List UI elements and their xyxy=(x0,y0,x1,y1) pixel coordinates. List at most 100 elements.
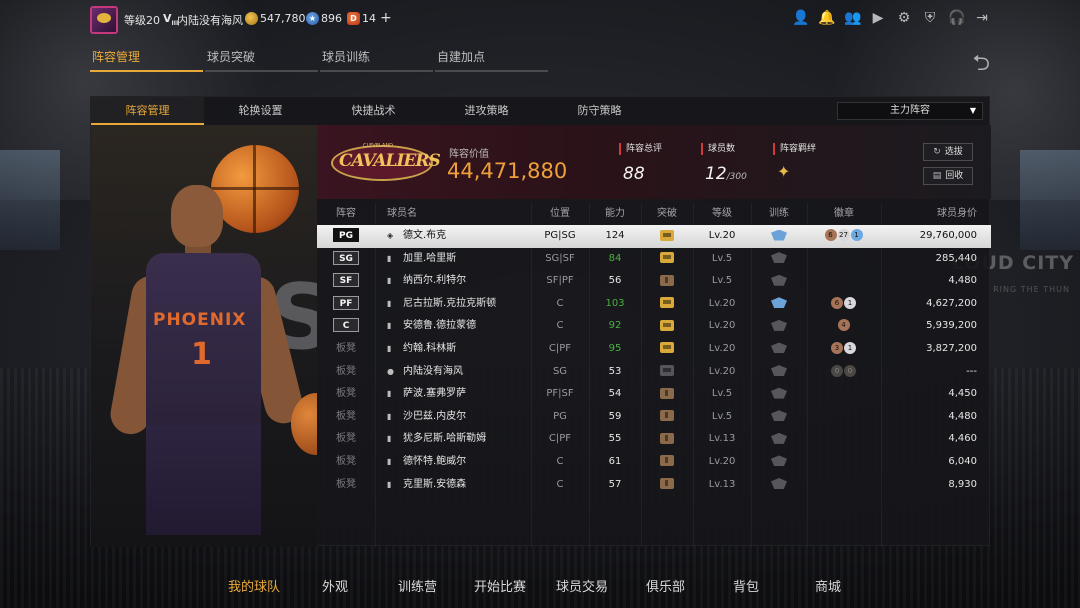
star-points-icon: ★ xyxy=(306,12,319,25)
add-currency-button[interactable]: + xyxy=(380,10,392,26)
sub-tab-4[interactable]: 防守策略 xyxy=(543,97,656,125)
player-level: Lv.20 xyxy=(708,342,736,354)
lineup-panel: 阵容管理 轮换设置 快捷战术 进攻策略 防守策略 主力阵容 ▼ S PHOENIX 1 … xyxy=(90,96,991,547)
table-row[interactable]: SF ▮ 纳西尔.利特尔 SF|PF 56 Lv.5 4,480 xyxy=(317,270,991,293)
headset-icon[interactable]: 🎧 xyxy=(948,10,965,26)
slot-cell: PG xyxy=(317,225,375,248)
badge-icon: 27 xyxy=(837,229,850,241)
player-position: C xyxy=(556,297,564,309)
bottom-nav-item[interactable]: 商城 xyxy=(815,576,841,595)
friends-icon[interactable]: 👥 xyxy=(844,10,861,26)
position-badge: SG xyxy=(333,250,359,265)
table-row[interactable]: 板凳 ● 内陆没有海风 SG 53 Lv.20 0 0 --- xyxy=(317,361,991,384)
table-row[interactable]: PG ◈ 德文.布克 PG|SG 124 Lv.20 6 27 1 29,760,000 xyxy=(317,225,991,248)
points-amount: 896 xyxy=(321,12,342,25)
player-name: 尼古拉斯.克拉克斯顿 xyxy=(403,297,497,309)
rating-stat: 阵容总评 88 xyxy=(619,143,662,184)
player-value: 8,930 xyxy=(948,478,977,490)
avatar[interactable] xyxy=(90,6,118,34)
signal-bars-icon: ▮ xyxy=(387,456,392,466)
bottom-nav-item[interactable]: 外观 xyxy=(322,576,348,595)
user-level: 等级20 xyxy=(124,14,160,27)
main-tab-2[interactable]: 球员训练 xyxy=(320,48,433,72)
crown-icon xyxy=(660,319,674,331)
table-row[interactable]: 板凳 ▮ 克里斯.安德森 C 57 Lv.13 8,930 xyxy=(317,474,991,497)
exit-icon[interactable]: ⇥ xyxy=(974,10,990,26)
player-name-cell: ▮ 犹多尼斯.哈斯勒姆 xyxy=(375,428,531,451)
player-position: C|PF xyxy=(548,342,572,354)
person-icon[interactable]: 👤 xyxy=(792,10,809,26)
main-tab-0[interactable]: 阵容管理 xyxy=(90,48,203,72)
main-tab-1[interactable]: 球员突破 xyxy=(205,48,318,72)
player-position: C xyxy=(556,478,564,490)
badges-cell: 00 xyxy=(807,361,881,384)
sub-tab-3[interactable]: 进攻策略 xyxy=(430,97,543,125)
table-row[interactable]: PF ▮ 尼古拉斯.克拉克斯顿 C 103 Lv.20 6 1 4,627,200 xyxy=(317,293,991,316)
sub-tab-1[interactable]: 轮换设置 xyxy=(204,97,317,125)
bottom-nav-item[interactable]: 开始比赛 xyxy=(474,576,526,595)
breakthrough-cell xyxy=(641,383,693,406)
training-shield-icon xyxy=(771,252,787,264)
sub-tab-2[interactable]: 快捷战术 xyxy=(317,97,430,125)
training-shield-icon xyxy=(771,432,787,444)
player-level: Lv.5 xyxy=(711,252,733,264)
player-value: 4,627,200 xyxy=(926,297,977,309)
slot-cell: 板凳 xyxy=(317,406,375,429)
video-icon[interactable]: ▶ xyxy=(870,10,886,26)
bench-label: 板凳 xyxy=(336,388,356,400)
training-shield-icon xyxy=(771,342,787,354)
player-value: 4,480 xyxy=(948,410,977,422)
user-icon: ● xyxy=(387,366,394,376)
slot-cell: 板凳 xyxy=(317,474,375,497)
crown-icon xyxy=(660,297,674,309)
player-power: 61 xyxy=(608,455,622,467)
rating-value: 88 xyxy=(623,164,645,184)
player-value: 285,440 xyxy=(935,252,977,264)
player-power: 124 xyxy=(605,230,625,241)
signal-bars-icon: ▮ xyxy=(387,389,392,399)
player-name-cell: ▮ 沙巴兹.内皮尔 xyxy=(375,406,531,429)
badge-icon: 1 xyxy=(850,229,863,241)
bench-label: 板凳 xyxy=(336,433,356,445)
back-arrow-icon[interactable]: ⮌ xyxy=(972,46,990,84)
bond-icon[interactable]: ✦ xyxy=(773,162,816,181)
bottom-nav-item[interactable]: 背包 xyxy=(733,576,759,595)
bottom-nav-item[interactable]: 俱乐部 xyxy=(646,576,685,595)
player-power: 92 xyxy=(608,320,622,332)
recycle-button[interactable]: ▤ 回收 xyxy=(923,167,973,185)
table-row[interactable]: C ▮ 安德鲁.德拉蒙德 C 92 Lv.20 4 5,939,200 xyxy=(317,315,991,338)
player-level: Lv.5 xyxy=(711,275,733,287)
slot-cell: C xyxy=(317,315,375,338)
shield-icon[interactable]: ⛨ xyxy=(922,10,938,26)
select-button[interactable]: ↻ 选拔 xyxy=(923,143,973,161)
bottom-nav-item[interactable]: 球员交易 xyxy=(556,576,608,595)
bottom-nav-item[interactable]: 训练营 xyxy=(398,576,437,595)
table-row[interactable]: 板凳 ▮ 约翰.科林斯 C|PF 95 Lv.20 3 1 3,827,200 xyxy=(317,338,991,361)
badge-icon: 6 xyxy=(824,229,837,241)
player-position: C xyxy=(556,455,564,467)
table-row[interactable]: 板凳 ▮ 犹多尼斯.哈斯勒姆 C|PF 55 Lv.13 4,460 xyxy=(317,428,991,451)
table-row[interactable]: 板凳 ▮ 沙巴兹.内皮尔 PG 59 Lv.5 4,480 xyxy=(317,406,991,429)
lineup-select[interactable]: 主力阵容 ▼ xyxy=(837,102,983,120)
player-power: 95 xyxy=(608,342,622,354)
gear-icon[interactable]: ⚙ xyxy=(896,10,912,26)
bell-icon[interactable]: 🔔 xyxy=(818,10,835,26)
sub-tab-0[interactable]: 阵容管理 xyxy=(91,97,204,125)
player-name-cell: ● 内陆没有海风 xyxy=(375,361,531,384)
column-header: 阵容 xyxy=(336,208,356,219)
bottom-nav-item[interactable]: 我的球队 xyxy=(228,576,280,595)
badges-cell: 4 xyxy=(807,315,881,338)
table-row[interactable]: 板凳 ▮ 德怀特.鲍威尔 C 61 Lv.20 6,040 xyxy=(317,451,991,474)
player-position: C xyxy=(556,320,564,332)
players-stat: 球员数 12/300 xyxy=(701,143,747,184)
player-power: 55 xyxy=(608,433,622,445)
player-position: PG xyxy=(553,410,567,422)
table-row[interactable]: 板凳 ▮ 萨波.塞弗罗萨 PF|SF 54 Lv.5 4,450 xyxy=(317,383,991,406)
player-level: Lv.20 xyxy=(708,230,736,241)
player-name: 沙巴兹.内皮尔 xyxy=(403,410,467,422)
crown-icon xyxy=(660,455,674,467)
training-cell xyxy=(751,225,807,248)
breakthrough-cell xyxy=(641,248,693,271)
main-tab-3[interactable]: 自建加点 xyxy=(435,48,548,72)
table-row[interactable]: SG ▮ 加里.哈里斯 SG|SF 84 Lv.5 285,440 xyxy=(317,248,991,271)
